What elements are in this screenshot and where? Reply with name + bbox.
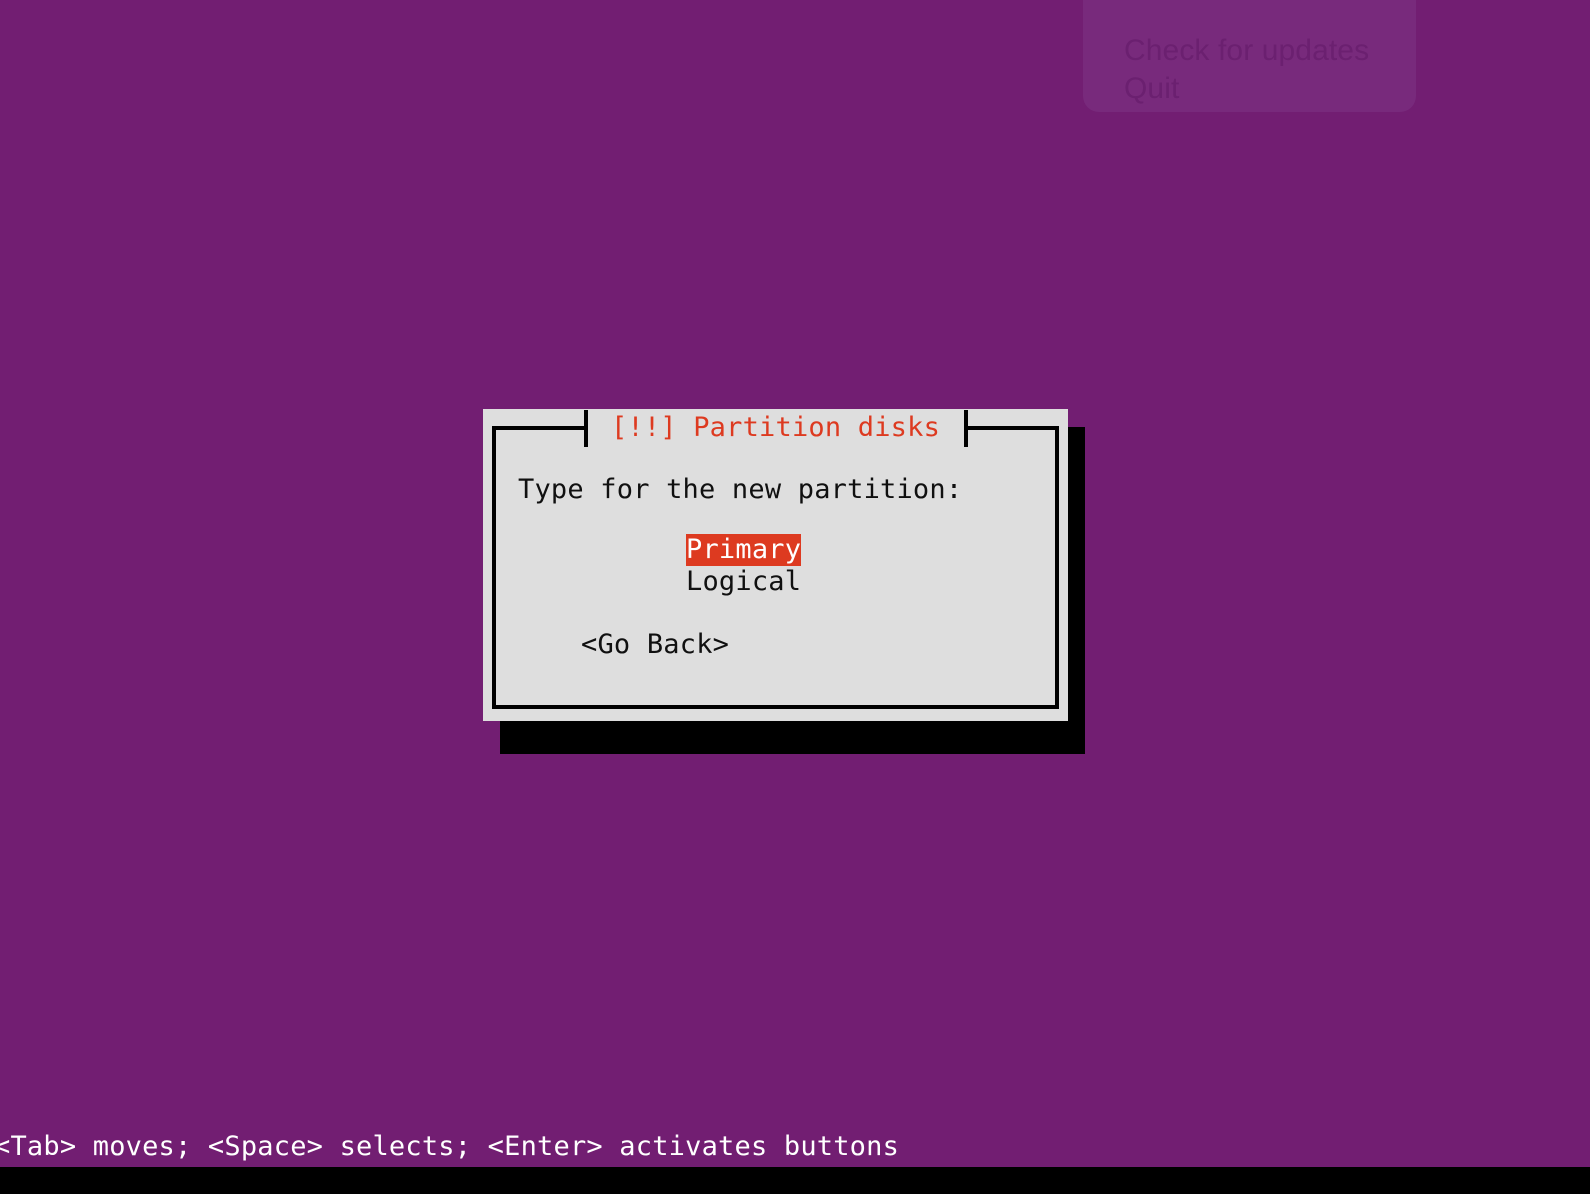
dialog-titlebar: [!!] Partition disks <box>483 409 1068 447</box>
prompt-label: Type for the new partition: <box>518 474 963 505</box>
menu-item-quit[interactable]: Quit <box>1124 70 1179 108</box>
list-item-logical[interactable]: Logical <box>686 566 801 598</box>
menu-item-check-for-updates[interactable]: Check for updates <box>1124 32 1369 70</box>
bottom-black-strip <box>0 1167 1590 1194</box>
dialog-title: [!!] Partition disks <box>610 412 941 443</box>
installer-screen: Check for updates Quit [!!] Partition di… <box>0 0 1590 1194</box>
status-bar: <Tab> moves; <Space> selects; <Enter> ac… <box>0 1127 1590 1167</box>
list-item-primary[interactable]: Primary <box>686 534 802 566</box>
partition-disks-dialog: [!!] Partition disks Type for the new pa… <box>483 409 1068 721</box>
status-bar-text: <Tab> moves; <Space> selects; <Enter> ac… <box>0 1131 900 1162</box>
ghost-menu-panel: Check for updates Quit <box>1083 0 1416 112</box>
dialog-body: Type for the new partition: Primary Logi… <box>483 447 1068 721</box>
partition-type-list: Primary Logical <box>686 534 802 598</box>
go-back-button[interactable]: <Go Back> <box>581 629 729 660</box>
